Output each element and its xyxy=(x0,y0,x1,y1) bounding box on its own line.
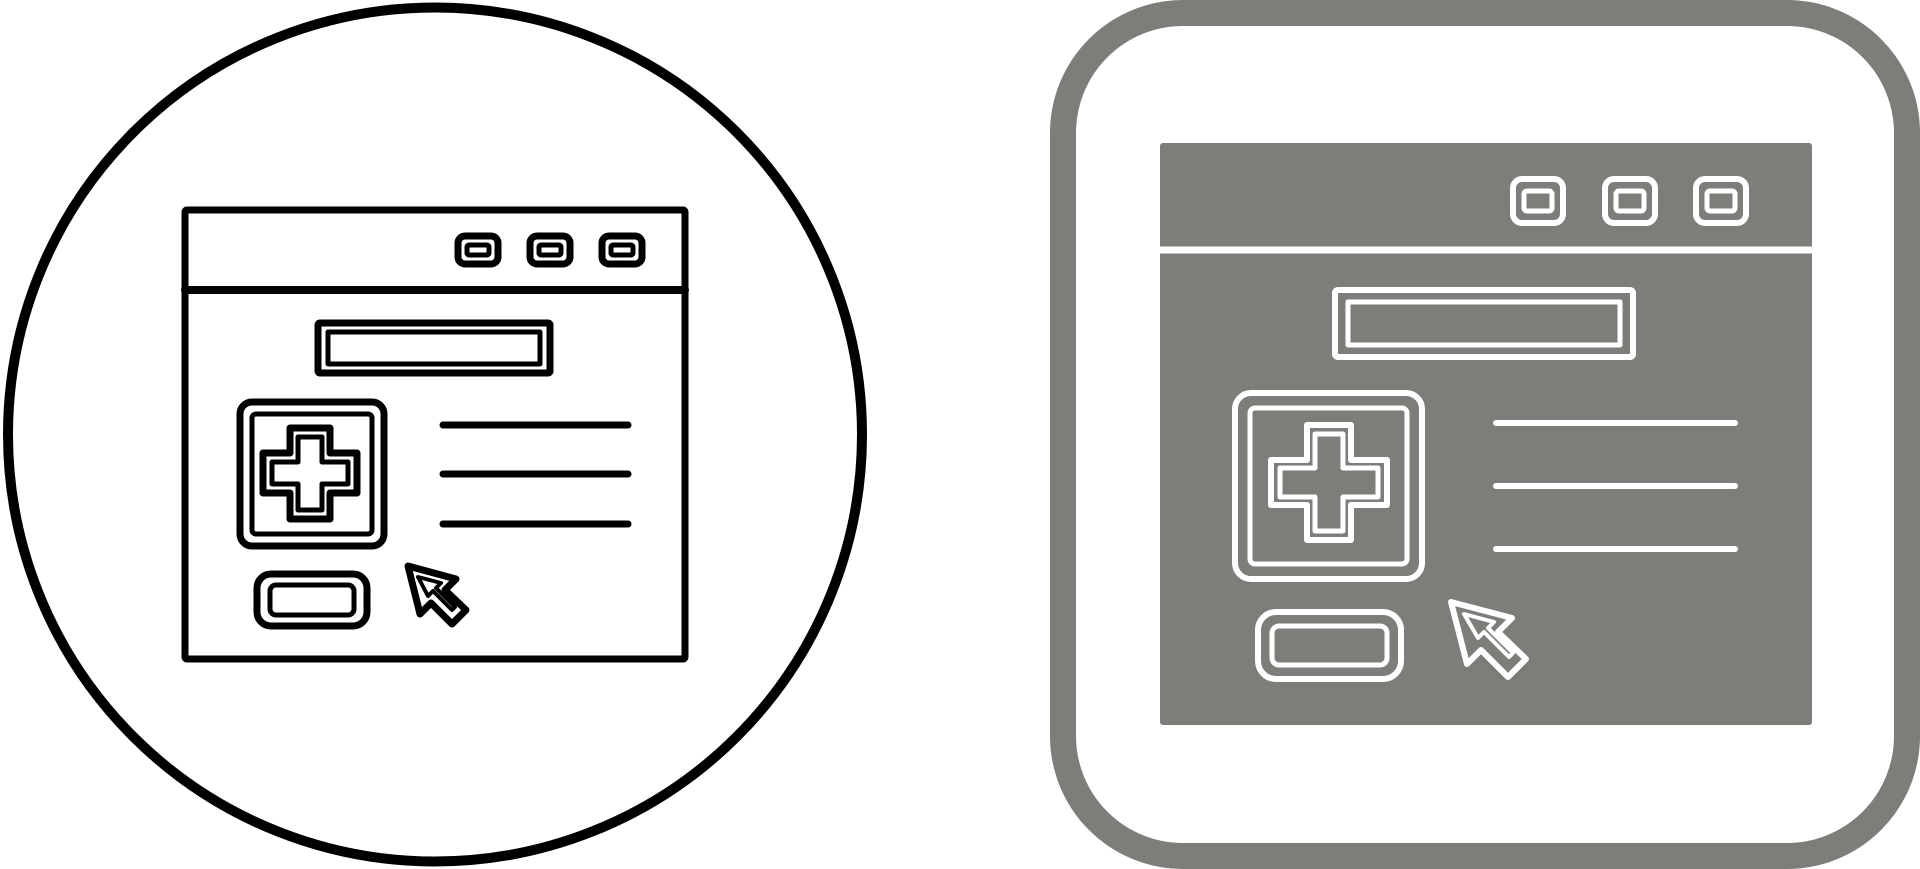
window-control-button xyxy=(454,232,502,268)
medical-cross-icon xyxy=(259,424,361,523)
medical-website-filled-icon xyxy=(1050,0,1920,869)
icon-pair-canvas xyxy=(0,0,1920,869)
action-button xyxy=(253,570,371,630)
circle-frame xyxy=(3,2,867,867)
window-control-button xyxy=(526,232,574,268)
medical-website-outline-icon xyxy=(0,0,870,869)
window-control-button xyxy=(598,232,646,268)
